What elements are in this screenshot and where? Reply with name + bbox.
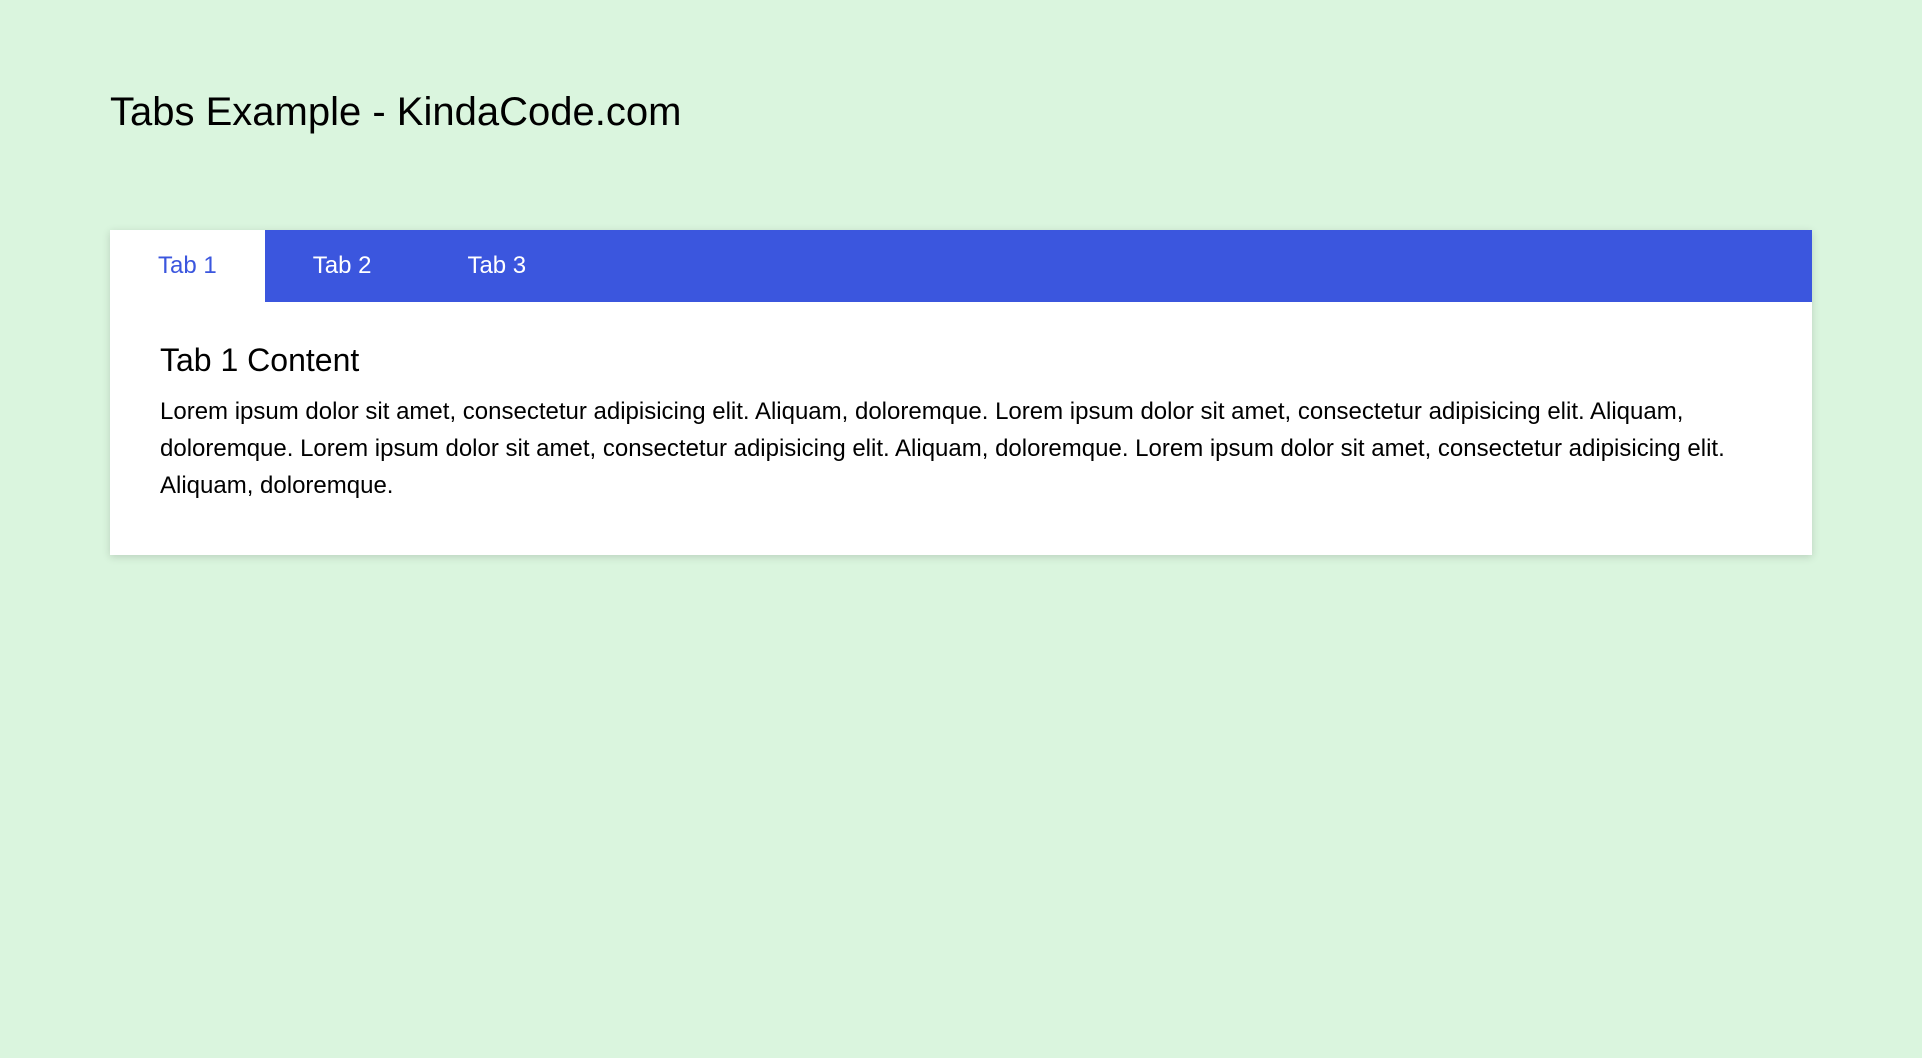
tab-1[interactable]: Tab 1 <box>110 230 265 302</box>
page-title: Tabs Example - KindaCode.com <box>110 90 1812 135</box>
tab-3[interactable]: Tab 3 <box>419 230 574 302</box>
content-heading: Tab 1 Content <box>160 342 1762 379</box>
tab-bar: Tab 1 Tab 2 Tab 3 <box>110 230 1812 302</box>
tab-2[interactable]: Tab 2 <box>265 230 420 302</box>
content-body: Lorem ipsum dolor sit amet, consectetur … <box>160 393 1762 505</box>
tab-container: Tab 1 Tab 2 Tab 3 Tab 1 Content Lorem ip… <box>110 230 1812 555</box>
tab-content: Tab 1 Content Lorem ipsum dolor sit amet… <box>110 302 1812 555</box>
